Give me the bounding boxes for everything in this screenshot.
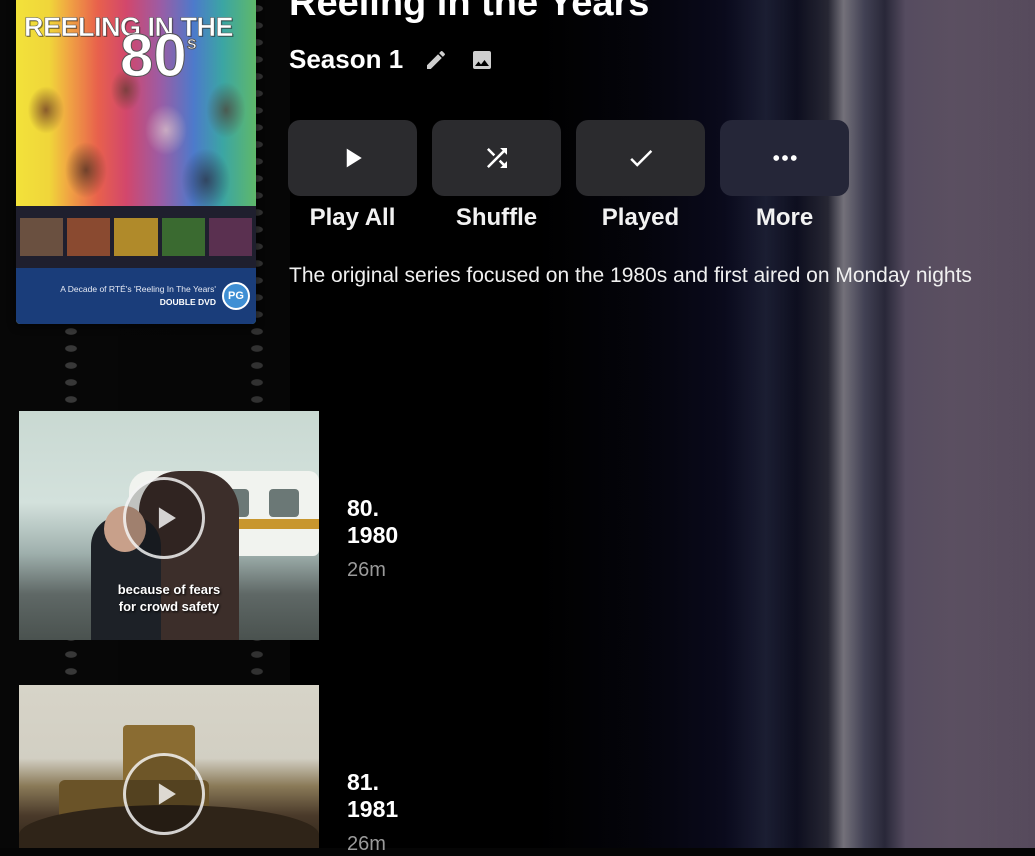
play-all-button-face[interactable] [288, 120, 417, 196]
image-icon[interactable] [467, 45, 497, 75]
series-title[interactable]: Reeling in the Years [289, 0, 649, 25]
episode-thumbnail[interactable]: because of fears for crowd safety [19, 411, 319, 640]
episode-item[interactable]: because of fears for crowd safety 80. 19… [19, 411, 398, 640]
poster-title-suffix: s [186, 33, 197, 53]
more-horizontal-icon [772, 155, 797, 161]
episode-info: 80. 1980 26m [347, 495, 398, 582]
shuffle-icon [486, 148, 507, 168]
season-poster[interactable]: REELING IN THE 80s A Decade of RTÉ's 'Re… [16, 0, 256, 324]
play-icon [158, 507, 176, 529]
shuffle-label: Shuffle [455, 204, 538, 231]
poster-film-strip [16, 206, 256, 268]
play-icon [346, 148, 362, 168]
played-button[interactable]: Played [576, 120, 705, 232]
poster-title-line2: 80s [120, 22, 198, 89]
episode-thumbnail[interactable] [19, 685, 319, 848]
played-button-face[interactable] [576, 120, 705, 196]
episode-play-button[interactable] [123, 753, 205, 835]
play-all-button[interactable]: Play All [288, 120, 417, 232]
episode-item[interactable]: 81. 1981 26m [19, 685, 398, 855]
check-icon [629, 149, 652, 167]
season-header: Season 1 [289, 44, 497, 75]
episode-thumbnail-subtitle: because of fears for crowd safety [117, 582, 221, 614]
poster-format: DOUBLE DVD [159, 297, 216, 307]
more-button[interactable]: More [720, 120, 849, 232]
episode-play-button[interactable] [123, 477, 205, 559]
season-title: Season 1 [289, 44, 404, 74]
season-overview: The original series focused on the 1980s… [289, 264, 972, 287]
action-bar: Play All Shuffle Played More [288, 120, 849, 232]
play-icon [158, 783, 176, 805]
episode-title[interactable]: 80. 1980 [347, 495, 398, 549]
episode-title[interactable]: 81. 1981 [347, 769, 398, 823]
episode-runtime: 26m [347, 833, 386, 855]
pencil-icon[interactable] [421, 45, 451, 75]
shuffle-button-face[interactable] [432, 120, 561, 196]
shuffle-button[interactable]: Shuffle [432, 120, 561, 232]
more-label: More [755, 204, 814, 231]
rating-badge: PG [222, 282, 250, 310]
more-button-face[interactable] [720, 120, 849, 196]
poster-tagline: A Decade of RTÉ's 'Reeling In The Years' [60, 284, 216, 294]
played-label: Played [601, 204, 680, 231]
poster-footer: A Decade of RTÉ's 'Reeling In The Years'… [16, 268, 256, 324]
play-all-label: Play All [309, 204, 396, 231]
episode-info: 81. 1981 26m [347, 769, 398, 856]
episode-runtime: 26m [347, 559, 386, 581]
